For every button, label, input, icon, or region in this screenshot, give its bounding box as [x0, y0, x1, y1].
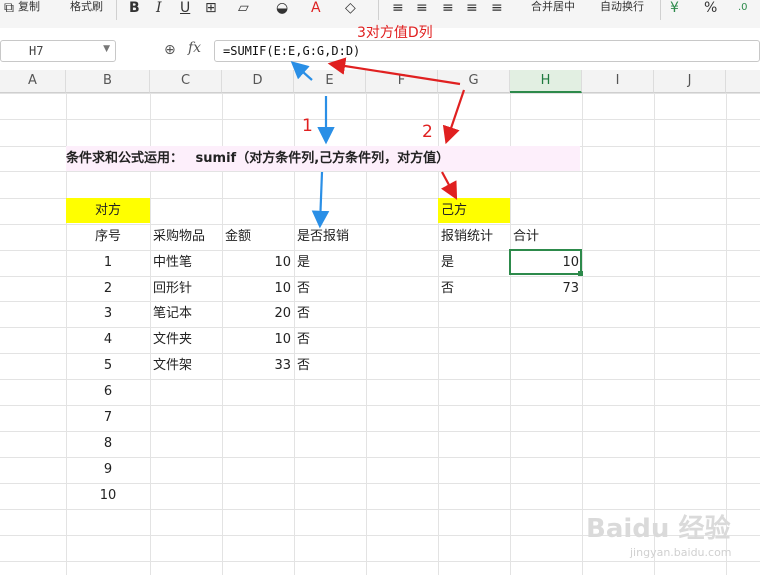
col-header-j[interactable]: J [654, 70, 726, 93]
row-item[interactable]: 笔记本 [153, 301, 222, 326]
row-no[interactable]: 6 [66, 379, 150, 404]
col-header-c[interactable]: C [150, 70, 222, 93]
text-color-icon[interactable]: A [311, 0, 321, 16]
summary-key[interactable]: 是 [441, 250, 510, 275]
align-left-icon[interactable]: ≡ [392, 0, 404, 16]
zoom-icon[interactable]: ⊕ [164, 42, 176, 58]
watermark-url: jingyan.baidu.com [630, 546, 732, 559]
row-reimbursed[interactable]: 否 [297, 353, 366, 378]
annotation-3: 3对方值D列 [357, 25, 433, 41]
row-no[interactable]: 3 [66, 301, 150, 326]
summary-key[interactable]: 否 [441, 276, 510, 301]
align-right-icon[interactable]: ≡ [442, 0, 454, 16]
formula-text: =SUMIF(E:E,G:G,D:D) [223, 44, 361, 58]
col-header-b[interactable]: B [66, 70, 150, 93]
row-gridline [0, 93, 760, 94]
wrap-text-button[interactable]: 自动换行 [600, 0, 644, 14]
fill-handle[interactable] [578, 271, 583, 276]
col-gridline [582, 93, 583, 575]
currency-icon[interactable]: ¥ [670, 0, 679, 16]
distributed-icon[interactable]: ≡ [491, 0, 503, 16]
merge-center-button[interactable]: 合并居中 [531, 0, 575, 14]
header-amount[interactable]: 金额 [225, 224, 294, 249]
row-reimbursed[interactable]: 否 [297, 327, 366, 352]
row-reimbursed[interactable]: 否 [297, 301, 366, 326]
clear-icon[interactable]: ◇ [345, 0, 356, 16]
active-cell-selection[interactable] [509, 249, 582, 275]
col-gridline [726, 93, 727, 575]
row-gridline [0, 119, 760, 120]
right-section-label[interactable]: 己方 [438, 198, 510, 223]
row-item[interactable]: 文件架 [153, 353, 222, 378]
header-reimbursed[interactable]: 是否报销 [297, 224, 366, 249]
header-item[interactable]: 采购物品 [153, 224, 222, 249]
italic-button[interactable]: I [156, 0, 162, 16]
copy-icon[interactable]: ⧉ [4, 0, 14, 16]
summary-total[interactable]: 73 [510, 276, 582, 301]
row-gridline [0, 561, 760, 562]
header-total[interactable]: 合计 [513, 224, 582, 249]
heading-label: 条件求和公式运用： [66, 151, 184, 166]
row-no[interactable]: 2 [66, 276, 150, 301]
decimal-icon[interactable]: .0 [738, 0, 748, 16]
font-color-icon[interactable]: ◒ [276, 0, 288, 16]
row-no[interactable]: 10 [66, 483, 150, 508]
header-seq[interactable]: 序号 [66, 224, 150, 249]
col-header-g[interactable]: G [438, 70, 510, 93]
row-item[interactable]: 回形针 [153, 276, 222, 301]
heading-formula: sumif（对方条件列,己方条件列，对方值） [195, 151, 450, 166]
bold-button[interactable]: B [129, 0, 140, 16]
row-no[interactable]: 1 [66, 250, 150, 275]
row-no[interactable]: 5 [66, 353, 150, 378]
fill-color-icon[interactable]: ▱ [238, 0, 249, 16]
row-no[interactable]: 7 [66, 405, 150, 430]
col-header-d[interactable]: D [222, 70, 294, 93]
arrow-2-lower [440, 171, 458, 200]
col-header-k[interactable] [726, 70, 760, 93]
header-stat[interactable]: 报销统计 [441, 224, 510, 249]
row-amount[interactable]: 20 [222, 301, 294, 326]
row-item[interactable]: 文件夹 [153, 327, 222, 352]
row-gridline [0, 171, 760, 172]
border-icon[interactable]: ⊞ [205, 0, 217, 16]
col-header-h[interactable]: H [510, 70, 582, 93]
row-reimbursed[interactable]: 是 [297, 250, 366, 275]
left-section-label[interactable]: 对方 [66, 198, 150, 223]
annotation-1: 1 [302, 116, 313, 136]
align-center-icon[interactable]: ≡ [416, 0, 428, 16]
underline-button[interactable]: U [180, 0, 190, 16]
watermark-logo: Baidu 经验 [586, 514, 731, 544]
heading-text: 条件求和公式运用： sumif（对方条件列,己方条件列，对方值） [66, 146, 449, 171]
col-header-i[interactable]: I [582, 70, 654, 93]
row-amount[interactable]: 10 [222, 276, 294, 301]
row-amount[interactable]: 10 [222, 250, 294, 275]
col-header-e[interactable]: E [294, 70, 366, 93]
col-header-a[interactable]: A [0, 70, 66, 93]
copy-button[interactable]: 复制 [18, 0, 40, 14]
row-reimbursed[interactable]: 否 [297, 276, 366, 301]
row-no[interactable]: 4 [66, 327, 150, 352]
chevron-down-icon[interactable]: ▼ [103, 44, 110, 54]
fx-icon[interactable]: fx [188, 40, 201, 56]
name-box[interactable]: H7 ▼ [0, 40, 116, 62]
name-box-value: H7 [29, 44, 44, 58]
row-item[interactable]: 中性笔 [153, 250, 222, 275]
arrow-2-upper [442, 89, 466, 145]
row-no[interactable]: 9 [66, 457, 150, 482]
col-header-f[interactable]: F [366, 70, 438, 93]
row-no[interactable]: 8 [66, 431, 150, 456]
row-amount[interactable]: 10 [222, 327, 294, 352]
col-gridline [654, 93, 655, 575]
format-painter-button[interactable]: 格式刷 [70, 0, 103, 14]
formula-input[interactable]: =SUMIF(E:E,G:G,D:D) [214, 40, 760, 62]
row-amount[interactable]: 33 [222, 353, 294, 378]
justify-icon[interactable]: ≡ [466, 0, 478, 16]
percent-button[interactable]: % [704, 0, 717, 16]
annotation-2: 2 [422, 122, 433, 142]
